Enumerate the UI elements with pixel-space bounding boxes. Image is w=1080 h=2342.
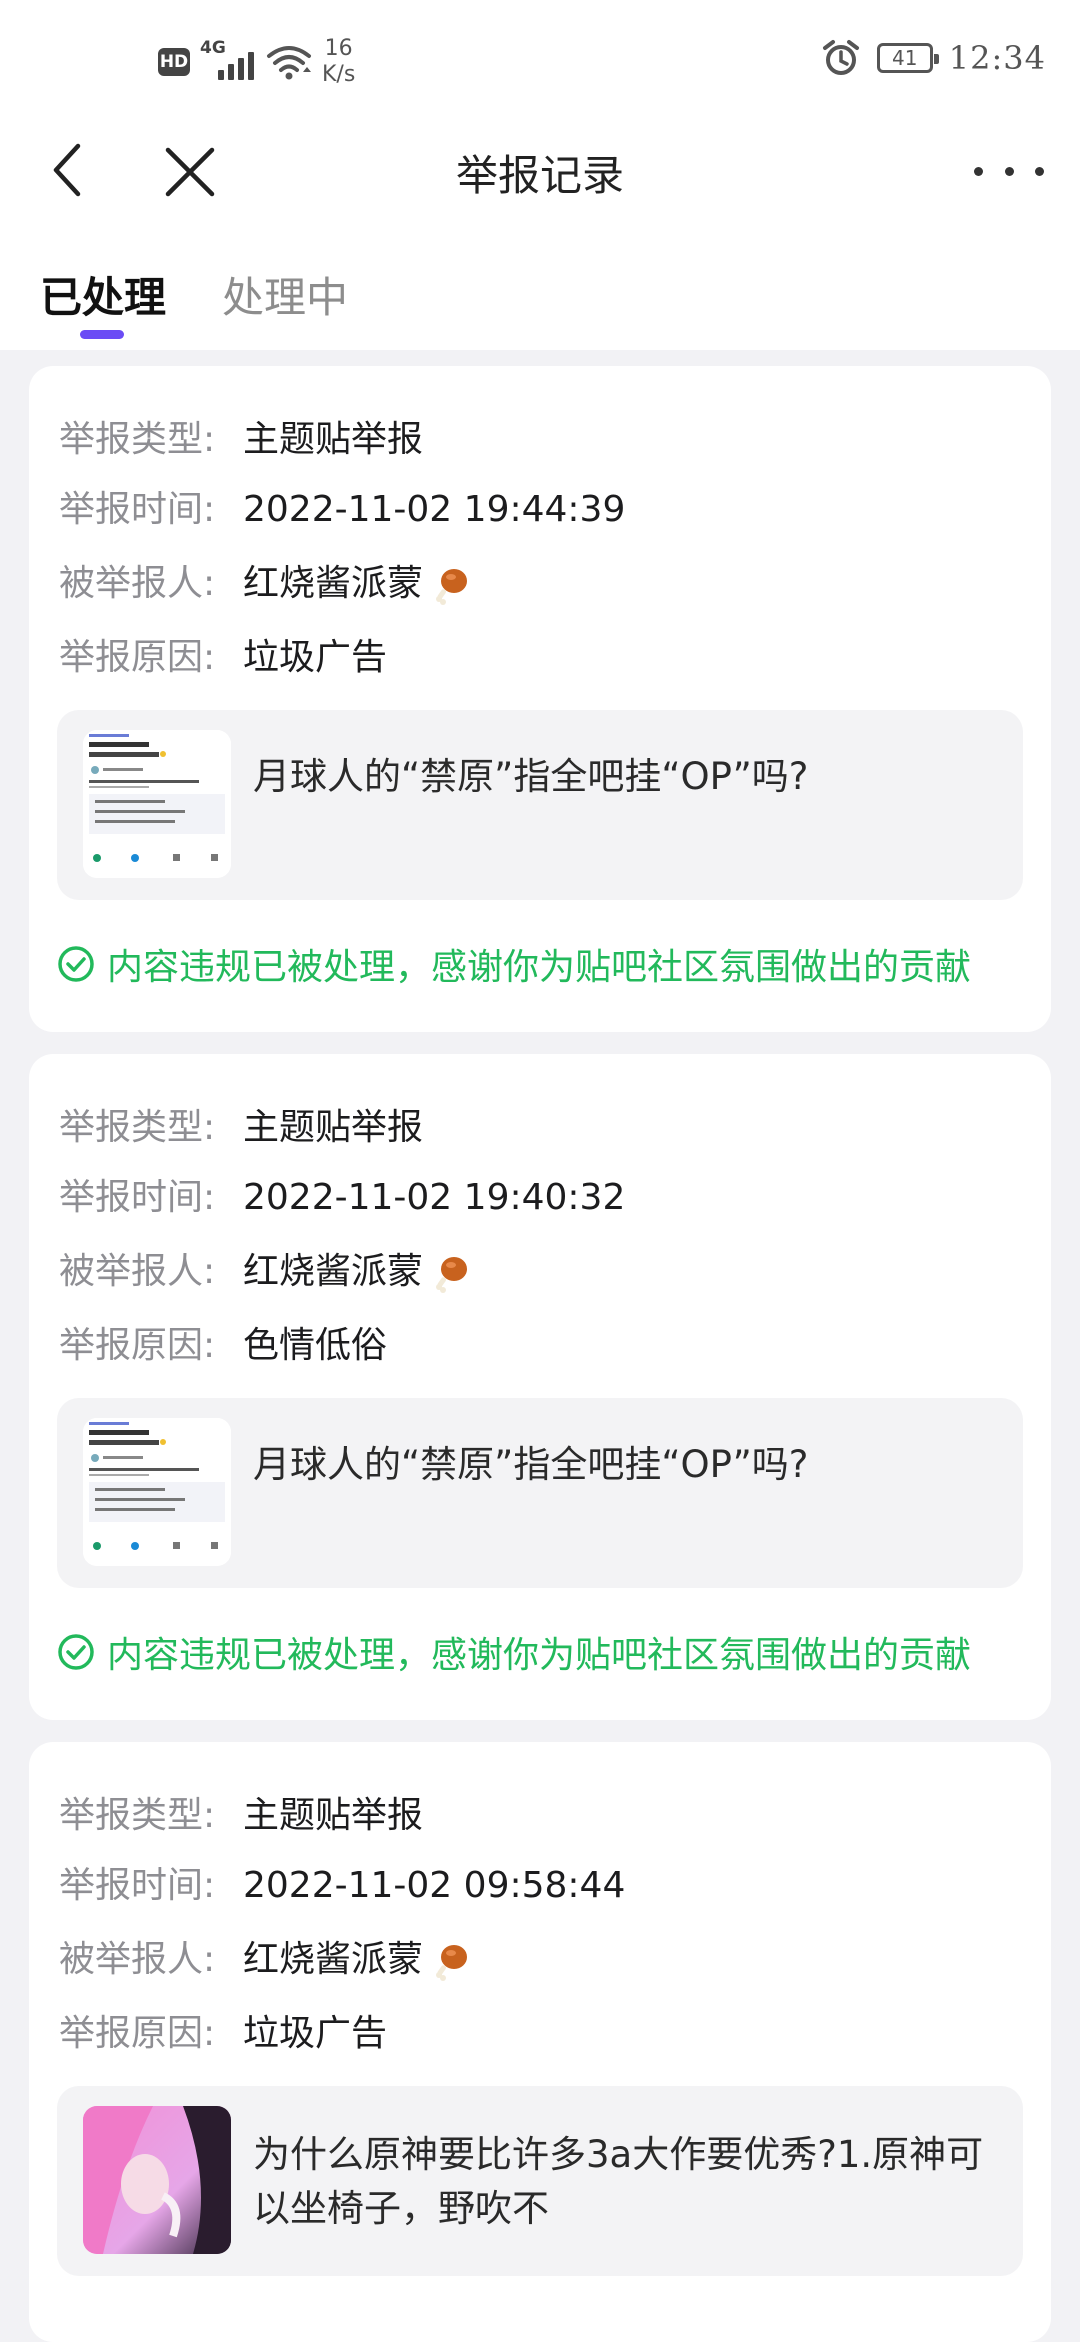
report-type-row: 举报类型: 主题贴举报 [59,419,424,460]
tab-processing[interactable]: 处理中 [222,264,348,325]
drumstick-emoji-icon [436,569,468,605]
tab-active-indicator [80,330,124,339]
check-circle-icon [58,946,94,982]
status-time: 12:34 [948,39,1046,77]
wifi-icon [267,46,311,80]
battery-icon: 41 [876,43,939,73]
reported-post-preview[interactable]: 为什么原神要比许多3a大作要优秀?1.原神可以坐椅子，野吹不 [57,2086,1023,2276]
network-speed: 16 K/s [322,36,356,87]
report-reason-row: 举报原因: 色情低俗 [59,1325,388,1366]
report-card: 举报类型: 主题贴举报 举报时间: 2022-11-02 09:58:44 被举报人… [29,1742,1051,2342]
report-type-row: 举报类型: 主题贴举报 [59,1795,424,1836]
report-time-row: 举报时间: 2022-11-02 09:58:44 [59,1865,626,1906]
report-time-row: 举报时间: 2022-11-02 19:44:39 [59,489,626,530]
post-title: 月球人的“禁原”指全吧挂“OP”吗? [253,755,809,798]
post-thumbnail [83,1418,231,1566]
handled-status: 内容违规已被处理，感谢你为贴吧社区氛围做出的贡献 [57,1626,971,1678]
reported-user-row: 被举报人: 红烧酱派蒙 [59,1250,470,1294]
top-nav-bar: 举报记录 [0,120,1080,220]
hd-icon: HD [158,48,190,76]
post-thumbnail [83,2106,231,2254]
post-title: 月球人的“禁原”指全吧挂“OP”吗? [253,1443,809,1486]
page-title: 举报记录 [455,151,624,200]
report-type-row: 举报类型: 主题贴举报 [59,1107,424,1148]
check-circle-icon [58,1634,94,1670]
status-bar: HD 4G 16 K/s 41 12:34 [0,0,1080,120]
drumstick-emoji-icon [436,1945,468,1981]
report-reason-row: 举报原因: 垃圾广告 [59,2013,388,2054]
reported-user-row: 被举报人: 红烧酱派蒙 [59,1938,470,1982]
reported-post-preview[interactable]: 月球人的“禁原”指全吧挂“OP”吗? [57,1398,1023,1588]
tab-processed[interactable]: 已处理 [40,264,166,325]
report-reason-row: 举报原因: 垃圾广告 [59,637,388,678]
more-options-icon[interactable] [974,146,1044,196]
report-card: 举报类型: 主题贴举报 举报时间: 2022-11-02 19:40:32 被举报人… [29,1054,1051,1720]
cellular-signal-icon: 4G [200,38,256,82]
report-card: 举报类型: 主题贴举报 举报时间: 2022-11-02 19:44:39 被举报人… [29,366,1051,1032]
drumstick-emoji-icon [436,1257,468,1293]
reported-post-preview[interactable]: 月球人的“禁原”指全吧挂“OP”吗? [57,710,1023,900]
post-thumbnail [83,730,231,878]
handled-status: 内容违规已被处理，感谢你为贴吧社区氛围做出的贡献 [57,938,971,990]
alarm-icon [822,40,859,75]
reported-user-row: 被举报人: 红烧酱派蒙 [59,562,470,606]
report-time-row: 举报时间: 2022-11-02 19:40:32 [59,1177,626,1218]
tab-bar: 已处理 处理中 [0,220,1080,350]
post-title: 为什么原神要比许多3a大作要优秀?1.原神可以坐椅子，野吹不 [253,2133,984,2230]
